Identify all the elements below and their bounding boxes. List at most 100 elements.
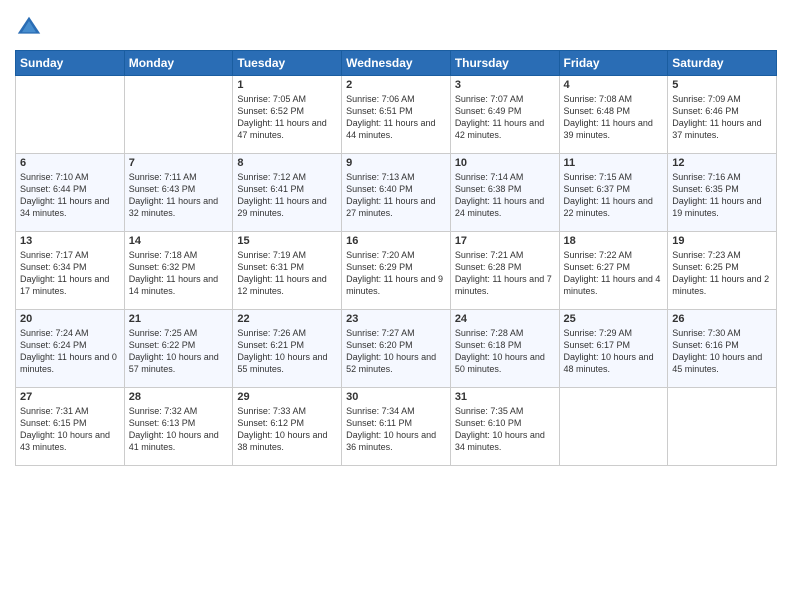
calendar-cell: 10 Sunrise: 7:14 AM Sunset: 6:38 PM Dayli… (450, 154, 559, 232)
day-info: Sunrise: 7:10 AM Sunset: 6:44 PM Dayligh… (20, 171, 120, 220)
calendar-cell: 27 Sunrise: 7:31 AM Sunset: 6:15 PM Dayli… (16, 388, 125, 466)
column-header-sunday: Sunday (16, 51, 125, 76)
day-info: Sunrise: 7:20 AM Sunset: 6:29 PM Dayligh… (346, 249, 446, 298)
day-info: Sunrise: 7:31 AM Sunset: 6:15 PM Dayligh… (20, 405, 120, 454)
calendar-cell: 3 Sunrise: 7:07 AM Sunset: 6:49 PM Daylig… (450, 76, 559, 154)
column-header-saturday: Saturday (668, 51, 777, 76)
day-info: Sunrise: 7:12 AM Sunset: 6:41 PM Dayligh… (237, 171, 337, 220)
calendar-cell: 31 Sunrise: 7:35 AM Sunset: 6:10 PM Dayli… (450, 388, 559, 466)
column-header-tuesday: Tuesday (233, 51, 342, 76)
calendar-cell: 17 Sunrise: 7:21 AM Sunset: 6:28 PM Dayli… (450, 232, 559, 310)
day-info: Sunrise: 7:14 AM Sunset: 6:38 PM Dayligh… (455, 171, 555, 220)
calendar-cell: 19 Sunrise: 7:23 AM Sunset: 6:25 PM Dayli… (668, 232, 777, 310)
column-header-friday: Friday (559, 51, 668, 76)
day-number: 17 (455, 235, 555, 247)
calendar-cell: 25Sunrise: 7:29 AM Sunset: 6:17 PM Dayli… (559, 310, 668, 388)
day-number: 4 (564, 79, 664, 91)
day-number: 31 (455, 391, 555, 403)
day-info: Sunrise: 7:21 AM Sunset: 6:28 PM Dayligh… (455, 249, 555, 298)
day-info: Sunrise: 7:23 AM Sunset: 6:25 PM Dayligh… (672, 249, 772, 298)
day-number: 14 (129, 235, 229, 247)
calendar-cell: 30 Sunrise: 7:34 AM Sunset: 6:11 PM Dayli… (342, 388, 451, 466)
week-row-1: 1Sunrise: 7:05 AM Sunset: 6:52 PM Daylig… (16, 76, 777, 154)
logo (15, 14, 47, 42)
calendar-cell: 4 Sunrise: 7:08 AM Sunset: 6:48 PM Daylig… (559, 76, 668, 154)
day-info: Sunrise: 7:05 AM Sunset: 6:52 PM Dayligh… (237, 93, 337, 142)
header-row: SundayMondayTuesdayWednesdayThursdayFrid… (16, 51, 777, 76)
day-number: 18 (564, 235, 664, 247)
day-number: 20 (20, 313, 120, 325)
day-info: Sunrise: 7:06 AM Sunset: 6:51 PM Dayligh… (346, 93, 446, 142)
day-info: Sunrise: 7:15 AM Sunset: 6:37 PM Dayligh… (564, 171, 664, 220)
day-info: Sunrise: 7:13 AM Sunset: 6:40 PM Dayligh… (346, 171, 446, 220)
day-number: 22 (237, 313, 337, 325)
calendar-cell: 29 Sunrise: 7:33 AM Sunset: 6:12 PM Dayli… (233, 388, 342, 466)
day-number: 29 (237, 391, 337, 403)
day-number: 28 (129, 391, 229, 403)
calendar-cell: 1Sunrise: 7:05 AM Sunset: 6:52 PM Daylig… (233, 76, 342, 154)
day-info: Sunrise: 7:22 AM Sunset: 6:27 PM Dayligh… (564, 249, 664, 298)
calendar-cell: 7 Sunrise: 7:11 AM Sunset: 6:43 PM Daylig… (124, 154, 233, 232)
day-number: 2 (346, 79, 446, 91)
calendar-cell (16, 76, 125, 154)
calendar-cell: 16 Sunrise: 7:20 AM Sunset: 6:29 PM Dayli… (342, 232, 451, 310)
column-header-thursday: Thursday (450, 51, 559, 76)
calendar-cell: 22 Sunrise: 7:26 AM Sunset: 6:21 PM Dayli… (233, 310, 342, 388)
day-info: Sunrise: 7:33 AM Sunset: 6:12 PM Dayligh… (237, 405, 337, 454)
column-header-wednesday: Wednesday (342, 51, 451, 76)
calendar-table: SundayMondayTuesdayWednesdayThursdayFrid… (15, 50, 777, 466)
day-info: Sunrise: 7:16 AM Sunset: 6:35 PM Dayligh… (672, 171, 772, 220)
day-info: Sunrise: 7:32 AM Sunset: 6:13 PM Dayligh… (129, 405, 229, 454)
day-info: Sunrise: 7:07 AM Sunset: 6:49 PM Dayligh… (455, 93, 555, 142)
day-number: 7 (129, 157, 229, 169)
day-info: Sunrise: 7:19 AM Sunset: 6:31 PM Dayligh… (237, 249, 337, 298)
day-info: Sunrise: 7:34 AM Sunset: 6:11 PM Dayligh… (346, 405, 446, 454)
calendar-cell: 23 Sunrise: 7:27 AM Sunset: 6:20 PM Dayli… (342, 310, 451, 388)
day-number: 12 (672, 157, 772, 169)
day-info: Sunrise: 7:09 AM Sunset: 6:46 PM Dayligh… (672, 93, 772, 142)
column-header-monday: Monday (124, 51, 233, 76)
day-number: 30 (346, 391, 446, 403)
day-number: 3 (455, 79, 555, 91)
day-number: 10 (455, 157, 555, 169)
calendar-cell: 8 Sunrise: 7:12 AM Sunset: 6:41 PM Daylig… (233, 154, 342, 232)
calendar-cell (124, 76, 233, 154)
day-info: Sunrise: 7:11 AM Sunset: 6:43 PM Dayligh… (129, 171, 229, 220)
day-number: 21 (129, 313, 229, 325)
calendar-cell: 2 Sunrise: 7:06 AM Sunset: 6:51 PM Daylig… (342, 76, 451, 154)
calendar-cell: 14 Sunrise: 7:18 AM Sunset: 6:32 PM Dayli… (124, 232, 233, 310)
day-info: Sunrise: 7:26 AM Sunset: 6:21 PM Dayligh… (237, 327, 337, 376)
day-number: 25 (564, 313, 664, 325)
calendar-cell: 5Sunrise: 7:09 AM Sunset: 6:46 PM Daylig… (668, 76, 777, 154)
day-number: 8 (237, 157, 337, 169)
calendar-cell: 21 Sunrise: 7:25 AM Sunset: 6:22 PM Dayli… (124, 310, 233, 388)
day-info: Sunrise: 7:24 AM Sunset: 6:24 PM Dayligh… (20, 327, 120, 376)
week-row-5: 27 Sunrise: 7:31 AM Sunset: 6:15 PM Dayli… (16, 388, 777, 466)
day-number: 6 (20, 157, 120, 169)
calendar-cell: 6 Sunrise: 7:10 AM Sunset: 6:44 PM Daylig… (16, 154, 125, 232)
calendar-cell (668, 388, 777, 466)
day-info: Sunrise: 7:35 AM Sunset: 6:10 PM Dayligh… (455, 405, 555, 454)
day-number: 19 (672, 235, 772, 247)
day-number: 26 (672, 313, 772, 325)
day-number: 9 (346, 157, 446, 169)
week-row-4: 20 Sunrise: 7:24 AM Sunset: 6:24 PM Dayli… (16, 310, 777, 388)
day-info: Sunrise: 7:28 AM Sunset: 6:18 PM Dayligh… (455, 327, 555, 376)
day-info: Sunrise: 7:18 AM Sunset: 6:32 PM Dayligh… (129, 249, 229, 298)
calendar-cell: 15 Sunrise: 7:19 AM Sunset: 6:31 PM Dayli… (233, 232, 342, 310)
day-number: 24 (455, 313, 555, 325)
calendar-cell: 18 Sunrise: 7:22 AM Sunset: 6:27 PM Dayli… (559, 232, 668, 310)
day-number: 15 (237, 235, 337, 247)
day-number: 23 (346, 313, 446, 325)
header (15, 10, 777, 42)
day-info: Sunrise: 7:27 AM Sunset: 6:20 PM Dayligh… (346, 327, 446, 376)
day-number: 16 (346, 235, 446, 247)
day-number: 27 (20, 391, 120, 403)
calendar-cell: 13Sunrise: 7:17 AM Sunset: 6:34 PM Dayli… (16, 232, 125, 310)
day-info: Sunrise: 7:25 AM Sunset: 6:22 PM Dayligh… (129, 327, 229, 376)
calendar-cell (559, 388, 668, 466)
calendar-cell: 12 Sunrise: 7:16 AM Sunset: 6:35 PM Dayli… (668, 154, 777, 232)
day-info: Sunrise: 7:08 AM Sunset: 6:48 PM Dayligh… (564, 93, 664, 142)
calendar-cell: 26Sunrise: 7:30 AM Sunset: 6:16 PM Dayli… (668, 310, 777, 388)
page: SundayMondayTuesdayWednesdayThursdayFrid… (0, 0, 792, 612)
